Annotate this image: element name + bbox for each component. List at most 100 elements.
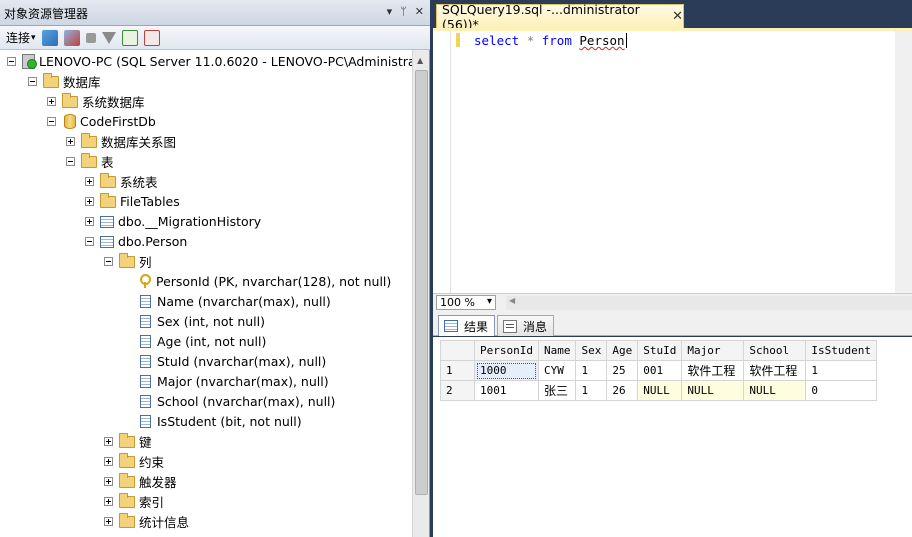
sql-editor[interactable]: select * from Person [433,28,912,293]
summary-icon[interactable] [143,29,160,46]
object-explorer-title: 对象资源管理器 [4,7,89,21]
tree-node-label: Name (nvarchar(max), null) [157,293,331,309]
tree-node-server[interactable]: LENOVO-PC (SQL Server 11.0.6020 - LENOVO… [7,51,412,71]
tree-node-constraints[interactable]: 约束 [104,451,164,471]
grid-cell[interactable]: NULL [637,380,683,401]
grid-cell[interactable]: 25 [606,360,639,381]
row-number[interactable]: 1 [440,360,475,381]
column-header[interactable]: Age [606,340,639,361]
tree-node-column-school[interactable]: School (nvarchar(max), null) [138,391,335,411]
tree-node-indexes[interactable]: 索引 [104,491,164,511]
scrollbar-thumb[interactable] [415,70,428,495]
scroll-left-icon[interactable]: ◀ [509,296,515,305]
window-position-button[interactable]: ▾ [387,5,393,18]
zoom-select[interactable]: 100 % [436,295,496,310]
column-icon [140,394,151,408]
column-header[interactable]: IsStudent [805,340,877,361]
column-header[interactable]: School [743,340,807,361]
column-header[interactable]: PersonId [474,340,539,361]
column-header[interactable]: StuId [637,340,683,361]
tree-node-label: 系统表 [120,174,158,190]
tree-vertical-scrollbar[interactable]: ▲ [412,50,429,537]
object-explorer-titlebar: 对象资源管理器 ▾ ᛘ ✕ [0,0,430,26]
expand-icon[interactable] [104,496,113,506]
refresh-icon[interactable] [121,29,138,46]
close-icon[interactable]: ✕ [672,9,683,24]
collapse-icon[interactable] [66,156,75,166]
connect-button[interactable]: 连接 ▾ [6,29,36,47]
grid-cell[interactable]: NULL [681,380,745,401]
expand-icon[interactable] [66,136,75,146]
grid-cell[interactable]: CYW [537,360,577,381]
expand-icon[interactable] [104,476,113,486]
tab-results[interactable]: 结果 [438,315,496,336]
tree-node-filetables[interactable]: FileTables [85,191,180,211]
expand-icon[interactable] [104,436,113,446]
grid-cell[interactable]: 1001 [474,380,539,401]
tree-node-dbo-person[interactable]: dbo.Person [85,231,187,251]
collapse-icon[interactable] [7,56,16,66]
grid-cell[interactable]: 1 [575,360,608,381]
tab-sqlquery19[interactable]: SQLQuery19.sql -...dministrator (56))* ✕ [436,2,684,32]
tree-node-columns[interactable]: 列 [104,251,152,271]
filter-icon[interactable] [101,31,116,44]
column-icon [140,294,151,308]
tree-node-column-name[interactable]: Name (nvarchar(max), null) [138,291,331,311]
tree-node-label: FileTables [120,193,180,209]
sql-keyword: select [474,33,520,48]
tree-node-diagrams[interactable]: 数据库关系图 [66,131,176,151]
editor-horizontal-scrollbar[interactable]: ◀ [506,295,912,310]
expand-icon[interactable] [85,216,94,226]
tree-node-tables[interactable]: 表 [66,151,114,171]
key-icon [138,274,152,288]
column-header[interactable]: Sex [575,340,608,361]
tree-node-column-isstudent[interactable]: IsStudent (bit, not null) [138,411,302,431]
expand-icon[interactable] [47,96,56,106]
expand-icon[interactable] [104,516,113,526]
grid-cell[interactable]: 1 [575,380,608,401]
tree-node-column-major[interactable]: Major (nvarchar(max), null) [138,371,329,391]
close-icon[interactable]: ✕ [415,5,424,18]
grid-cell[interactable]: 1000 [474,360,539,381]
folder-icon [43,73,59,88]
tab-messages[interactable]: 消息 [497,315,555,336]
tree-node-column-stuid[interactable]: StuId (nvarchar(max), null) [138,351,326,371]
connect-object-explorer-icon[interactable] [41,29,58,46]
expand-icon[interactable] [104,456,113,466]
disconnect-icon[interactable] [63,29,80,46]
tree-node-column-sex[interactable]: Sex (int, not null) [138,311,265,331]
tree-node-triggers[interactable]: 触发器 [104,471,177,491]
collapse-icon[interactable] [104,256,113,266]
scroll-up-icon[interactable]: ▲ [417,56,423,65]
column-icon [140,414,151,428]
collapse-icon[interactable] [47,116,56,126]
stop-icon[interactable] [85,32,96,43]
expand-icon[interactable] [85,176,94,186]
grid-cell[interactable]: 软件工程 [743,360,807,381]
column-header[interactable]: Name [537,340,577,361]
grid-cell[interactable]: 张三 [537,380,577,401]
grid-cell[interactable]: 软件工程 [681,360,745,381]
tree-node-databases[interactable]: 数据库 [28,71,101,91]
grid-cell[interactable]: 0 [805,380,877,401]
pin-icon[interactable]: ᛘ [400,5,407,18]
tree-node-migrationhistory[interactable]: dbo.__MigrationHistory [85,211,261,231]
sql-code-line[interactable]: select * from Person [474,33,627,48]
tree-node-column-personid[interactable]: PersonId (PK, nvarchar(128), not null) [138,271,391,291]
tree-node-keys[interactable]: 键 [104,431,152,451]
expand-icon[interactable] [85,196,94,206]
grid-cell[interactable]: 26 [606,380,639,401]
tree-node-system-databases[interactable]: 系统数据库 [47,91,145,111]
tree-node-statistics[interactable]: 统计信息 [104,511,189,531]
collapse-icon[interactable] [85,236,94,246]
tree-node-column-age[interactable]: Age (int, not null) [138,331,266,351]
tree-node-codefirstdb[interactable]: CodeFirstDb [47,111,156,131]
grid-cell[interactable]: 001 [637,360,683,381]
grid-cell[interactable]: NULL [743,380,807,401]
editor-vertical-scrollbar[interactable] [895,31,912,293]
collapse-icon[interactable] [28,76,37,86]
column-header[interactable]: Major [681,340,745,361]
row-number[interactable]: 2 [440,380,475,401]
grid-cell[interactable]: 1 [805,360,877,381]
tree-node-system-tables[interactable]: 系统表 [85,171,158,191]
